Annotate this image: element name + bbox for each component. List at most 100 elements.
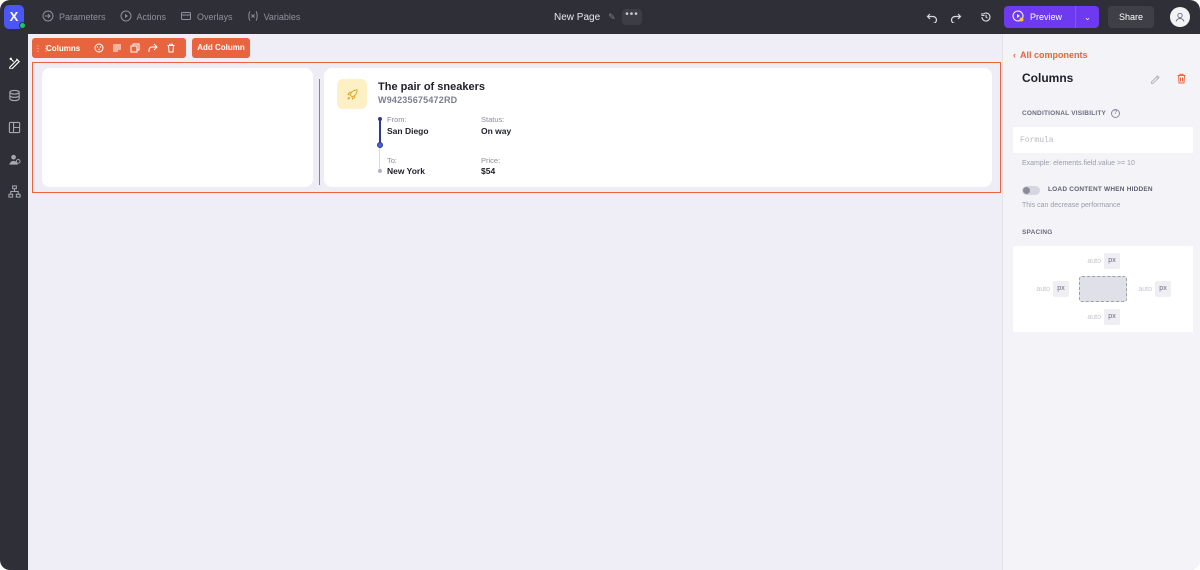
- delete-icon[interactable]: [162, 43, 180, 53]
- from-value: San Diego: [387, 126, 429, 136]
- play-circle-icon: [120, 10, 132, 24]
- logo-letter: X: [9, 9, 19, 24]
- spacing-bottom-unit[interactable]: px: [1104, 309, 1120, 325]
- nav-overlays-label: Overlays: [197, 12, 233, 22]
- sidebar-item-design[interactable]: [4, 52, 24, 72]
- sidebar-item-hierarchy[interactable]: [4, 181, 24, 201]
- users-icon: [8, 154, 21, 165]
- status-value: On way: [481, 126, 512, 136]
- component-toolbar: ⋮⋮ Columns: [32, 38, 186, 58]
- spacing-top-unit[interactable]: px: [1104, 253, 1120, 269]
- spacing-left-field[interactable]: auto px: [1031, 281, 1069, 297]
- app-window: X Parameters Actions Overlays Variables …: [0, 0, 1200, 570]
- columns-component[interactable]: The pair of sneakers W94235675472RD From…: [32, 62, 1001, 193]
- app-logo[interactable]: X: [4, 5, 26, 29]
- sidebar-item-layout[interactable]: [4, 117, 24, 137]
- canvas: ⋮⋮ Columns Add Column The pair of sneake…: [28, 34, 1002, 570]
- preview-main[interactable]: Preview: [1004, 6, 1076, 28]
- design-tools-icon: [8, 56, 20, 69]
- spacing-bottom-field[interactable]: auto px: [1082, 309, 1120, 325]
- undo-icon[interactable]: [924, 9, 940, 25]
- trash-icon[interactable]: [1176, 71, 1187, 89]
- move-up-icon[interactable]: [144, 43, 162, 53]
- pencil-icon[interactable]: ✎: [608, 12, 616, 23]
- nav-parameters[interactable]: Parameters: [42, 10, 106, 24]
- formula-input[interactable]: [1013, 127, 1193, 153]
- formula-hint: Example: elements.field.value >= 10: [1022, 160, 1135, 167]
- style-icon[interactable]: [90, 43, 108, 53]
- load-hidden-toggle[interactable]: [1022, 186, 1040, 195]
- spacing-right-field[interactable]: auto px: [1133, 281, 1171, 297]
- preview-button[interactable]: Preview ⌄: [1004, 6, 1099, 28]
- shipment-code: W94235675472RD: [378, 95, 458, 105]
- avatar[interactable]: [1170, 7, 1190, 27]
- nav-variables-label: Variables: [263, 12, 301, 22]
- help-icon[interactable]: ?: [1111, 109, 1121, 118]
- parameters-icon: [42, 10, 54, 24]
- spacing-editor: auto px auto px auto px auto px: [1013, 246, 1193, 332]
- drag-handle-icon[interactable]: ⋮⋮: [34, 44, 50, 53]
- shipment-title: The pair of sneakers: [378, 81, 485, 93]
- spacing-right-unit[interactable]: px: [1155, 281, 1171, 297]
- redo-icon[interactable]: [948, 9, 964, 25]
- spacing-bottom-value[interactable]: auto: [1082, 314, 1104, 321]
- page-title-text: New Page: [554, 11, 601, 23]
- edit-icon[interactable]: [1150, 72, 1161, 90]
- column-divider[interactable]: [319, 79, 320, 185]
- to-value: New York: [387, 166, 425, 176]
- status-dot: [19, 22, 26, 29]
- all-components-link[interactable]: ‹ All components: [1013, 50, 1088, 60]
- share-button[interactable]: Share: [1108, 6, 1154, 28]
- spacing-right-value[interactable]: auto: [1133, 286, 1155, 293]
- chevron-down-icon[interactable]: ⌄: [1076, 13, 1099, 22]
- nav-parameters-label: Parameters: [59, 12, 106, 22]
- to-label: To:: [387, 156, 398, 165]
- nav-actions[interactable]: Actions: [120, 10, 167, 24]
- preview-label: Preview: [1030, 12, 1063, 22]
- spacing-left-value[interactable]: auto: [1031, 286, 1053, 293]
- load-hidden-hint: This can decrease performance: [1022, 202, 1121, 209]
- sidebar-item-users[interactable]: [4, 149, 24, 169]
- timeline-start-dot: [378, 117, 382, 121]
- timeline-current-dot: [377, 142, 383, 148]
- spacing-top-value[interactable]: auto: [1082, 258, 1104, 265]
- spacing-heading: SPACING: [1022, 229, 1053, 236]
- column-1[interactable]: [42, 68, 313, 187]
- spacing-left-unit[interactable]: px: [1053, 281, 1069, 297]
- conditional-visibility-heading: CONDITIONAL VISIBILITY ?: [1022, 109, 1121, 118]
- database-icon: [8, 89, 20, 101]
- conditional-visibility-label: CONDITIONAL VISIBILITY: [1022, 110, 1107, 117]
- price-value: $54: [481, 166, 496, 176]
- nav-overlays[interactable]: Overlays: [180, 10, 233, 24]
- from-label: From:: [387, 115, 407, 124]
- nav-actions-label: Actions: [136, 12, 167, 22]
- component-toolbar-label: Columns: [46, 43, 81, 53]
- status-label: Status:: [481, 115, 505, 124]
- add-column-button[interactable]: Add Column: [192, 38, 250, 58]
- spacing-top-field[interactable]: auto px: [1082, 253, 1120, 269]
- column-2[interactable]: The pair of sneakers W94235675472RD From…: [324, 68, 992, 187]
- duplicate-icon[interactable]: [126, 43, 144, 53]
- variables-icon: [247, 10, 259, 24]
- load-hidden-label: LOAD CONTENT WHEN HIDDEN: [1048, 186, 1153, 193]
- chevron-left-icon: ‹: [1013, 50, 1016, 60]
- left-sidebar: [0, 34, 28, 570]
- nav-variables[interactable]: Variables: [247, 10, 301, 24]
- toggle-knob: [1023, 187, 1030, 194]
- layout-icon: [8, 121, 20, 133]
- timeline-end-dot: [378, 169, 382, 173]
- more-options-button[interactable]: •••: [622, 9, 642, 25]
- preview-icon: [1012, 10, 1024, 24]
- properties-panel: ‹ All components Columns CONDITIONAL VIS…: [1002, 34, 1200, 570]
- spacing-label: SPACING: [1022, 229, 1053, 236]
- price-label: Price:: [481, 156, 501, 165]
- align-lines-icon[interactable]: [108, 43, 126, 53]
- spacing-element-box: [1079, 276, 1127, 302]
- user-icon: [1175, 12, 1185, 22]
- history-icon[interactable]: [978, 9, 994, 25]
- sidebar-item-data[interactable]: [4, 85, 24, 105]
- panel-title: Columns: [1022, 71, 1074, 85]
- page-title[interactable]: New Page ✎: [554, 0, 616, 34]
- all-components-label: All components: [1020, 50, 1088, 60]
- top-bar: X Parameters Actions Overlays Variables …: [0, 0, 1200, 34]
